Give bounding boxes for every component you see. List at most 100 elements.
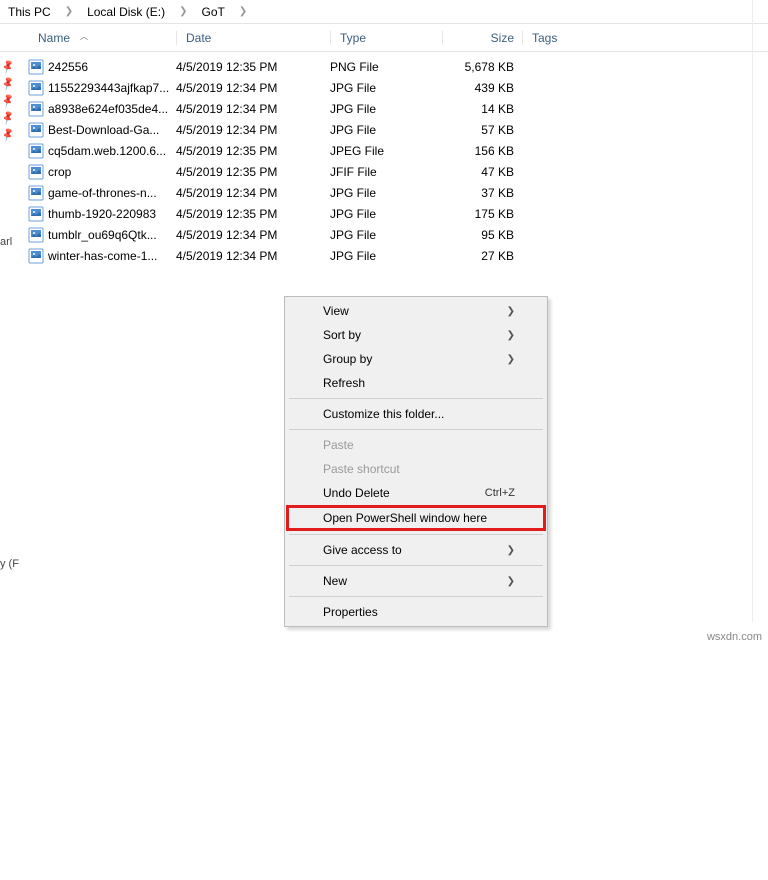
file-row[interactable]: tumblr_ou69q6Qtk... 4/5/2019 12:34 PM JP… <box>28 224 768 245</box>
menu-paste-shortcut-label: Paste shortcut <box>323 462 400 476</box>
crumb-local-disk[interactable]: Local Disk (E:) <box>83 3 169 21</box>
pin-icon: 📌 <box>0 111 16 127</box>
file-size: 14 KB <box>442 102 522 116</box>
image-file-icon <box>28 122 48 138</box>
submenu-arrow-icon: ❯ <box>507 330 515 341</box>
file-name: crop <box>48 165 176 179</box>
file-name: Best-Download-Ga... <box>48 123 176 137</box>
file-size: 156 KB <box>442 144 522 158</box>
file-size: 439 KB <box>442 81 522 95</box>
crumb-folder[interactable]: GoT <box>198 3 229 21</box>
file-date: 4/5/2019 12:34 PM <box>176 81 330 95</box>
file-row[interactable]: a8938e624ef035de4... 4/5/2019 12:34 PM J… <box>28 98 768 119</box>
file-name: winter-has-come-1... <box>48 249 176 263</box>
file-row[interactable]: cq5dam.web.1200.6... 4/5/2019 12:35 PM J… <box>28 140 768 161</box>
file-row[interactable]: crop 4/5/2019 12:35 PM JFIF File 47 KB <box>28 161 768 182</box>
column-headers: Name ︿ Date Type Size Tags <box>0 24 768 52</box>
truncated-label: y (F <box>0 558 19 570</box>
menu-open-powershell-label: Open PowerShell window here <box>323 511 487 525</box>
file-type: JPG File <box>330 123 442 137</box>
file-date: 4/5/2019 12:35 PM <box>176 60 330 74</box>
menu-separator <box>289 534 543 535</box>
file-row[interactable]: thumb-1920-220983 4/5/2019 12:35 PM JPG … <box>28 203 768 224</box>
menu-undo-delete[interactable]: Undo Delete Ctrl+Z <box>287 481 545 505</box>
file-list[interactable]: 242556 4/5/2019 12:35 PM PNG File 5,678 … <box>0 52 768 266</box>
menu-paste-label: Paste <box>323 438 354 452</box>
file-name: 242556 <box>48 60 176 74</box>
file-date: 4/5/2019 12:34 PM <box>176 123 330 137</box>
image-file-icon <box>28 143 48 159</box>
truncated-label: arl <box>0 236 19 248</box>
file-type: JPG File <box>330 228 442 242</box>
submenu-arrow-icon: ❯ <box>507 306 515 317</box>
file-name: tumblr_ou69q6Qtk... <box>48 228 176 242</box>
file-type: JPG File <box>330 102 442 116</box>
file-size: 27 KB <box>442 249 522 263</box>
image-file-icon <box>28 164 48 180</box>
menu-new[interactable]: New ❯ <box>287 569 545 593</box>
column-name-label: Name <box>38 31 70 45</box>
sort-ascending-icon: ︿ <box>80 31 88 42</box>
file-size: 47 KB <box>442 165 522 179</box>
file-date: 4/5/2019 12:34 PM <box>176 186 330 200</box>
file-date: 4/5/2019 12:35 PM <box>176 144 330 158</box>
menu-refresh[interactable]: Refresh <box>287 371 545 395</box>
image-file-icon <box>28 59 48 75</box>
menu-paste-shortcut: Paste shortcut <box>287 457 545 481</box>
submenu-arrow-icon: ❯ <box>507 576 515 587</box>
image-file-icon <box>28 80 48 96</box>
menu-open-powershell[interactable]: Open PowerShell window here <box>289 508 543 528</box>
file-row[interactable]: 11552293443ajfkap7... 4/5/2019 12:34 PM … <box>28 77 768 98</box>
file-size: 5,678 KB <box>442 60 522 74</box>
menu-sort-by[interactable]: Sort by ❯ <box>287 323 545 347</box>
menu-properties[interactable]: Properties <box>287 600 545 624</box>
crumb-this-pc[interactable]: This PC <box>4 3 55 21</box>
image-file-icon <box>28 101 48 117</box>
file-date: 4/5/2019 12:35 PM <box>176 165 330 179</box>
menu-paste: Paste <box>287 433 545 457</box>
column-name[interactable]: Name ︿ <box>28 25 176 51</box>
menu-separator <box>289 565 543 566</box>
menu-refresh-label: Refresh <box>323 376 365 390</box>
pin-icon: 📌 <box>0 94 16 110</box>
pin-icon: 📌 <box>0 60 16 76</box>
file-type: PNG File <box>330 60 442 74</box>
highlighted-annotation: Open PowerShell window here <box>286 505 546 531</box>
column-type[interactable]: Type <box>330 25 442 51</box>
file-row[interactable]: Best-Download-Ga... 4/5/2019 12:34 PM JP… <box>28 119 768 140</box>
chevron-right-icon: ❯ <box>235 6 251 17</box>
menu-properties-label: Properties <box>323 605 378 619</box>
menu-customize-label: Customize this folder... <box>323 407 444 421</box>
menu-view[interactable]: View ❯ <box>287 299 545 323</box>
file-row[interactable]: winter-has-come-1... 4/5/2019 12:34 PM J… <box>28 245 768 266</box>
menu-view-label: View <box>323 304 349 318</box>
file-size: 57 KB <box>442 123 522 137</box>
file-type: JPG File <box>330 249 442 263</box>
menu-separator <box>289 596 543 597</box>
image-file-icon <box>28 248 48 264</box>
menu-customize-folder[interactable]: Customize this folder... <box>287 402 545 426</box>
menu-give-access-to[interactable]: Give access to ❯ <box>287 538 545 562</box>
truncated-nav-labels: arl y (F <box>0 236 19 880</box>
quick-access-pins: 📌 📌 📌 📌 📌 <box>2 62 14 141</box>
menu-group-by[interactable]: Group by ❯ <box>287 347 545 371</box>
submenu-arrow-icon: ❯ <box>507 545 515 556</box>
file-type: JPEG File <box>330 144 442 158</box>
column-date[interactable]: Date <box>176 25 330 51</box>
vertical-scrollbar[interactable] <box>752 0 768 622</box>
file-type: JPG File <box>330 81 442 95</box>
column-tags[interactable]: Tags <box>522 25 602 51</box>
file-row[interactable]: 242556 4/5/2019 12:35 PM PNG File 5,678 … <box>28 56 768 77</box>
submenu-arrow-icon: ❯ <box>507 354 515 365</box>
menu-group-by-label: Group by <box>323 352 372 366</box>
pin-icon: 📌 <box>0 77 16 93</box>
image-file-icon <box>28 206 48 222</box>
breadcrumb[interactable]: This PC ❯ Local Disk (E:) ❯ GoT ❯ <box>0 0 768 24</box>
file-row[interactable]: game-of-thrones-n... 4/5/2019 12:34 PM J… <box>28 182 768 203</box>
file-type: JFIF File <box>330 165 442 179</box>
menu-undo-delete-label: Undo Delete <box>323 486 390 500</box>
column-size[interactable]: Size <box>442 25 522 51</box>
file-size: 175 KB <box>442 207 522 221</box>
file-size: 37 KB <box>442 186 522 200</box>
file-date: 4/5/2019 12:34 PM <box>176 228 330 242</box>
